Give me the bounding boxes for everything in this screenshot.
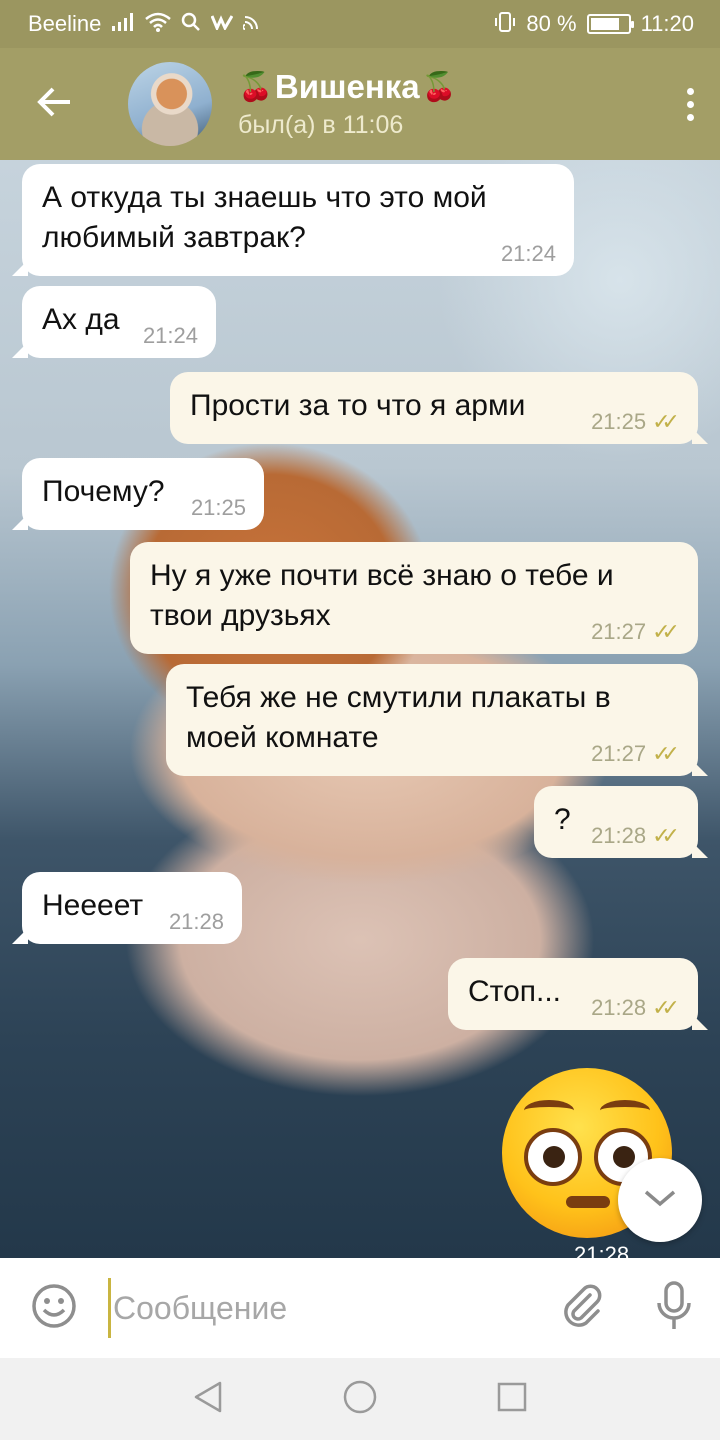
signal-icon (111, 12, 135, 36)
square-recents-icon (496, 1381, 528, 1418)
message-bubble-incoming[interactable]: Почему? 21:25 (12, 458, 264, 530)
message-time-text: 21:24 (500, 241, 556, 266)
message-time-text: 21:28 (591, 995, 647, 1020)
emoji-button[interactable] (0, 1258, 108, 1358)
message-text: ? (554, 803, 571, 836)
message-time-text: 21:28 (168, 909, 224, 934)
emoji-brow (600, 1100, 650, 1121)
vibrate-icon (494, 11, 516, 37)
read-checkmarks-icon: ✓✓ (652, 409, 680, 434)
carrier-label: Beeline (28, 11, 102, 36)
read-checkmarks-icon: ✓✓ (652, 619, 680, 644)
more-vertical-icon-dot (686, 100, 694, 108)
message-text: Тебя же не смутили плакаты в моей комнат… (186, 681, 611, 754)
chat-title-block[interactable]: 🍒 Вишенка 🍒 был(а) в 11:06 (238, 67, 457, 141)
battery-level (590, 18, 620, 30)
message-bubble-incoming[interactable]: А откуда ты знаешь что это мой любимый з… (12, 164, 574, 276)
message-text: Нееeет (42, 889, 144, 922)
triangle-back-icon (192, 1380, 224, 1419)
message-time-text: 21:25 (591, 409, 647, 434)
nav-home-button[interactable] (284, 1358, 436, 1440)
message-composer (0, 1258, 720, 1358)
message-bubble-outgoing[interactable]: Ну я уже почти всё знаю о тебе и твои др… (130, 542, 698, 654)
chat-header: 🍒 Вишенка 🍒 был(а) в 11:06 (0, 48, 720, 160)
circle-home-icon (342, 1379, 378, 1420)
chat-area[interactable]: А откуда ты знаешь что это мой любимый з… (0, 160, 720, 1258)
chat-title-text: Вишенка (274, 68, 420, 105)
nav-back-button[interactable] (132, 1358, 284, 1440)
clock: 11:20 (640, 11, 694, 36)
message-time: 21:27 ✓✓ (591, 620, 680, 644)
avatar[interactable] (128, 62, 212, 146)
message-text: Стоп... (468, 975, 562, 1008)
message-text: А откуда ты знаешь что это мой любимый з… (42, 181, 487, 254)
message-bubble-outgoing[interactable]: Стоп... 21:28 ✓✓ (448, 958, 708, 1030)
attach-button[interactable] (536, 1258, 628, 1358)
arrow-left-icon (37, 86, 73, 123)
message-time: 21:24 (143, 324, 198, 348)
chevron-down-icon (643, 1188, 677, 1213)
more-vertical-icon-dot (686, 113, 694, 121)
message-time: 21:25 (191, 496, 246, 520)
message-text: Ах да (42, 303, 120, 336)
emoji-brow (524, 1100, 574, 1121)
message-time-text: 21:28 (591, 823, 647, 848)
cast-icon (242, 13, 261, 35)
back-button[interactable] (0, 48, 110, 160)
message-time-text: 21:27 (591, 741, 647, 766)
read-checkmarks-icon: ✓✓ (652, 741, 680, 766)
cherry-icon: 🍒 (421, 71, 457, 102)
message-text: Прости за то что я арми (190, 389, 526, 422)
message-time-text: 21:27 (591, 619, 647, 644)
cherry-icon: 🍒 (238, 71, 273, 102)
battery-percent: 80 % (526, 11, 577, 36)
emoji-mouth (566, 1196, 610, 1208)
battery-icon (586, 14, 634, 34)
system-navigation-bar (0, 1358, 720, 1440)
message-bubble-outgoing[interactable]: Прости за то что я арми 21:25 ✓✓ (170, 372, 708, 444)
message-bubble-outgoing[interactable]: ? 21:28 ✓✓ (534, 786, 708, 858)
message-time: 21:28 (169, 910, 224, 934)
last-seen-status: был(а) в 11:06 (238, 111, 404, 139)
wifi-icon (145, 12, 172, 36)
sticker-time: 21:28 (574, 1242, 630, 1258)
message-time: 21:28 ✓✓ (591, 996, 680, 1020)
more-menu-button[interactable] (660, 48, 720, 160)
emoji-eye (524, 1128, 582, 1186)
message-bubble-outgoing[interactable]: Тебя же не смутили плакаты в моей комнат… (166, 664, 708, 776)
smiley-icon (30, 1282, 78, 1335)
read-checkmarks-icon: ✓✓ (652, 823, 680, 848)
nav-recents-button[interactable] (436, 1358, 588, 1440)
microphone-icon (656, 1280, 692, 1336)
message-input[interactable] (108, 1278, 536, 1338)
paperclip-icon (560, 1283, 604, 1334)
message-time: 21:27 ✓✓ (591, 742, 680, 766)
message-time: 21:24 (501, 242, 556, 266)
message-time-text: 21:25 (190, 495, 246, 520)
chat-title: 🍒 Вишенка 🍒 (238, 67, 457, 107)
status-bar: Beeline 80 % 11:20 (0, 0, 720, 48)
message-bubble-incoming[interactable]: Нееeет 21:28 (12, 872, 242, 944)
read-checkmarks-icon: ✓✓ (652, 995, 680, 1020)
message-time: 21:28 ✓✓ (591, 824, 680, 848)
more-vertical-icon (686, 87, 694, 95)
message-time: 21:25 ✓✓ (591, 410, 680, 434)
voice-message-button[interactable] (628, 1258, 720, 1358)
message-text: Почему? (42, 475, 165, 508)
search-status-icon (181, 12, 201, 36)
message-time-text: 21:24 (142, 323, 198, 348)
scroll-down-button[interactable] (618, 1158, 702, 1242)
message-bubble-incoming[interactable]: Ах да 21:24 (12, 286, 216, 358)
vk-icon (211, 14, 234, 34)
message-text: Ну я уже почти всё знаю о тебе и твои др… (150, 559, 614, 632)
